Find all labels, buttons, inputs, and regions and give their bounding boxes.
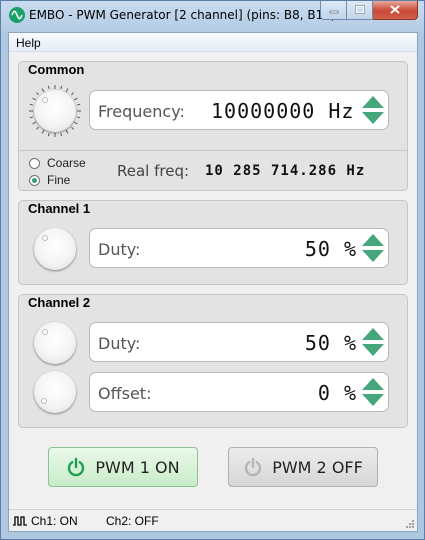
channel1-duty-value[interactable]: 50 % [305, 237, 357, 261]
channel2-duty-label: Duty: [98, 334, 141, 353]
down-arrow-icon [362, 112, 384, 124]
up-arrow-icon [362, 328, 384, 340]
channel1-duty-label: Duty: [98, 240, 141, 259]
close-button[interactable] [373, 1, 418, 20]
close-icon [390, 3, 400, 17]
menu-bar: Help [9, 33, 417, 52]
minimize-icon [329, 3, 339, 17]
minimize-button[interactable] [320, 1, 347, 20]
pwm1-toggle-button[interactable]: PWM 1 ON [48, 447, 198, 487]
common-group: Common Frequency: 10000000 Hz Coarse Fin… [18, 61, 408, 191]
channel2-offset-value[interactable]: 0 % [318, 381, 357, 405]
down-arrow-icon [362, 250, 384, 262]
channel1-duty-knob[interactable] [34, 228, 76, 270]
knob-indicator [41, 398, 47, 404]
knob-indicator [42, 97, 48, 103]
real-freq-value: 10 285 714.286 Hz [205, 163, 366, 179]
channel2-duty-spinner[interactable] [361, 326, 385, 358]
maximize-icon [354, 3, 365, 17]
pwm1-button-label: PWM 1 ON [95, 457, 180, 477]
client-area: Help Common Frequency: 10000000 Hz Coars… [8, 32, 418, 532]
app-logo-icon [9, 7, 25, 23]
frequency-label: Frequency: [98, 102, 185, 121]
knob-indicator [42, 329, 48, 335]
common-group-title: Common [28, 62, 85, 77]
channel2-offset-field[interactable]: Offset: 0 % [89, 372, 389, 412]
radio-coarse-label: Coarse [47, 156, 86, 170]
pwm2-button-label: PWM 2 OFF [272, 457, 363, 477]
radio-fine[interactable]: Fine [29, 173, 70, 187]
channel2-offset-label: Offset: [98, 384, 152, 403]
radio-fine-button[interactable] [29, 174, 40, 186]
common-separator [19, 150, 407, 151]
channel2-duty-value[interactable]: 50 % [305, 331, 357, 355]
menu-item-help[interactable]: Help [16, 36, 41, 50]
frequency-value[interactable]: 10000000 Hz [211, 99, 354, 123]
real-freq-label: Real freq: [117, 162, 190, 180]
channel2-offset-knob[interactable] [34, 371, 76, 413]
power-icon [245, 457, 262, 477]
channel1-duty-spinner[interactable] [361, 232, 385, 264]
channel2-group: Channel 2 Duty: 50 % Offset: 0 % [18, 294, 408, 428]
up-arrow-icon [362, 378, 384, 390]
status-bar: Ch1: ON Ch2: OFF [9, 509, 417, 531]
down-arrow-icon [362, 394, 384, 406]
channel1-group: Channel 1 Duty: 50 % [18, 200, 408, 285]
status-ch2: Ch2: OFF [106, 514, 159, 528]
channel1-group-title: Channel 1 [28, 201, 91, 216]
pulse-wave-icon [13, 516, 27, 526]
power-icon [68, 457, 85, 477]
knob-indicator [42, 235, 48, 241]
frequency-knob[interactable] [34, 90, 76, 132]
channel2-duty-knob[interactable] [34, 322, 76, 364]
pwm2-toggle-button[interactable]: PWM 2 OFF [228, 447, 378, 487]
radio-coarse[interactable]: Coarse [29, 156, 86, 170]
channel2-duty-field[interactable]: Duty: 50 % [89, 322, 389, 362]
radio-fine-label: Fine [47, 173, 71, 187]
channel1-duty-field[interactable]: Duty: 50 % [89, 228, 389, 268]
frequency-spinner[interactable] [361, 94, 385, 126]
title-bar[interactable]: EMBO - PWM Generator [2 channel] (pins: … [1, 1, 424, 32]
resize-grip-icon[interactable] [405, 519, 415, 529]
radio-coarse-button[interactable] [29, 157, 40, 169]
up-arrow-icon [362, 234, 384, 246]
channel2-group-title: Channel 2 [28, 295, 91, 310]
app-window: EMBO - PWM Generator [2 channel] (pins: … [0, 0, 425, 540]
up-arrow-icon [362, 96, 384, 108]
window-title: EMBO - PWM Generator [2 channel] (pins: … [29, 8, 336, 22]
maximize-button[interactable] [347, 1, 373, 20]
frequency-field[interactable]: Frequency: 10000000 Hz [89, 90, 389, 130]
window-controls [320, 1, 418, 21]
channel2-offset-spinner[interactable] [361, 376, 385, 408]
down-arrow-icon [362, 344, 384, 356]
status-ch1: Ch1: ON [31, 514, 78, 528]
